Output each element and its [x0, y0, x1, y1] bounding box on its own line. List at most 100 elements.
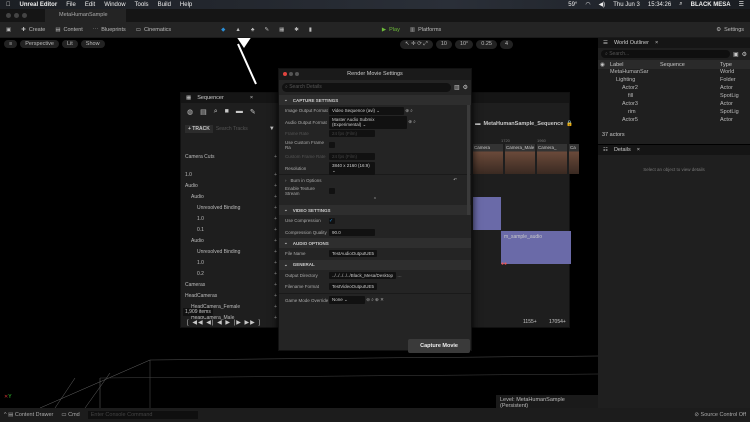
- resolution-select[interactable]: 3840 x 2160 (16:9) ⌄: [329, 162, 375, 175]
- camera-thumbnail[interactable]: Camera: [473, 144, 503, 174]
- menu-help[interactable]: Help: [180, 2, 192, 8]
- track-row[interactable]: Audio+: [181, 180, 277, 191]
- clock[interactable]: 15:34:26: [648, 2, 671, 8]
- camera-thumbnail[interactable]: Camera_Male: [505, 144, 535, 174]
- track-row[interactable]: 0.2+: [181, 268, 277, 279]
- search-icon[interactable]: ⌕: [214, 108, 218, 116]
- gear-icon[interactable]: ⚙: [742, 51, 747, 58]
- render-icon[interactable]: ▬: [236, 108, 243, 116]
- track-row[interactable]: 1.0+: [181, 169, 277, 180]
- blueprints-button[interactable]: ⋯Blueprints: [93, 27, 126, 33]
- quality-input[interactable]: 90.0: [329, 229, 375, 236]
- audio-file-input[interactable]: TestAudioOutputUE5: [329, 250, 377, 257]
- menu-file[interactable]: File: [66, 2, 76, 8]
- camera-thumbnail[interactable]: Camera_: [537, 144, 567, 174]
- track-row[interactable]: 1.0+: [181, 257, 277, 268]
- date[interactable]: Thu Jun 3: [613, 2, 640, 8]
- search-details-input[interactable]: ⌕ Search Details: [282, 83, 451, 92]
- wifi-icon[interactable]: ◠: [585, 1, 590, 8]
- game-mode-select[interactable]: None ⌄: [329, 296, 365, 304]
- reset-icon[interactable]: ↶: [453, 177, 457, 183]
- track-row[interactable]: Unresolved Binding+: [181, 246, 277, 257]
- collapse-icon[interactable]: ⌃: [279, 197, 471, 205]
- menu-build[interactable]: Build: [158, 2, 171, 8]
- track-row[interactable]: 1.0+: [181, 213, 277, 224]
- track-row[interactable]: HeadCameras+: [181, 290, 277, 301]
- wrench-icon[interactable]: ✎: [250, 108, 256, 116]
- outliner-row[interactable]: Actor3Actor: [598, 101, 750, 109]
- scrollbar[interactable]: [467, 105, 470, 215]
- audio-clip[interactable]: [473, 197, 501, 230]
- foliage-mode-icon[interactable]: ♣: [251, 27, 255, 33]
- world-icon[interactable]: ◍: [187, 108, 193, 116]
- section-general[interactable]: ⌄GENERAL: [279, 260, 471, 270]
- output-directory-input[interactable]: ../../../../../Black_Mesa/Desktop: [329, 272, 396, 279]
- add-key-icon[interactable]: +: [274, 271, 277, 277]
- section-video-settings[interactable]: ⌄VIDEO SETTINGS: [279, 205, 471, 215]
- col-label[interactable]: Label: [610, 62, 660, 68]
- window-controls[interactable]: [0, 13, 33, 18]
- add-key-icon[interactable]: +: [274, 260, 277, 266]
- game-mode-actions[interactable]: ⊖ ⌕ ⊕ ✕: [366, 297, 384, 303]
- frame-start[interactable]: 1155+: [523, 319, 537, 325]
- add-key-icon[interactable]: +: [274, 154, 277, 160]
- track-row[interactable]: Audio+: [181, 235, 277, 246]
- cmd-button[interactable]: ▭ Cmd: [61, 412, 79, 418]
- close-icon[interactable]: ×: [655, 40, 658, 46]
- close-icon[interactable]: ×: [250, 95, 253, 101]
- browse-icon[interactable]: ⊕ ⌕: [405, 108, 413, 114]
- cinematics-button[interactable]: ▭Cinematics: [136, 27, 171, 33]
- filter-icon[interactable]: ▼: [269, 126, 275, 132]
- browse-button[interactable]: …: [397, 273, 402, 278]
- add-key-icon[interactable]: +: [274, 304, 277, 310]
- content-button[interactable]: ▤Content: [55, 27, 82, 33]
- section-capture-settings[interactable]: ⌄CAPTURE SETTINGS: [279, 95, 471, 105]
- gear-icon[interactable]: ⚙: [463, 84, 468, 91]
- outliner-tab[interactable]: ☰World Outliner×: [598, 38, 750, 48]
- source-control-button[interactable]: ⊘ Source Control Off: [694, 412, 746, 418]
- browse-icon[interactable]: ⊕ ⌕: [408, 119, 416, 125]
- add-key-icon[interactable]: +: [274, 194, 277, 200]
- track-row[interactable]: Cameras+: [181, 279, 277, 290]
- add-key-icon[interactable]: +: [274, 205, 277, 211]
- camera-icon[interactable]: ■: [225, 108, 229, 116]
- level-tab[interactable]: MetaHumanSample: [45, 9, 126, 22]
- add-key-icon[interactable]: +: [274, 183, 277, 189]
- platforms-button[interactable]: ▥Platforms: [410, 27, 441, 33]
- outliner-row[interactable]: fillSpotLig: [598, 93, 750, 101]
- sequence-name[interactable]: MetaHumanSample_Sequence: [484, 121, 564, 127]
- add-key-icon[interactable]: +: [274, 172, 277, 178]
- paint-mode-icon[interactable]: ✎: [264, 27, 269, 33]
- menu-edit[interactable]: Edit: [85, 2, 95, 8]
- visibility-icon[interactable]: ◉: [598, 62, 610, 68]
- animation-mode-icon[interactable]: ✱: [294, 27, 299, 33]
- add-key-icon[interactable]: +: [274, 216, 277, 222]
- apple-icon[interactable]: : [6, 2, 11, 8]
- play-button[interactable]: ▶Play: [382, 27, 400, 33]
- compression-checkbox[interactable]: ✓: [329, 218, 335, 224]
- add-track-button[interactable]: + TRACK: [185, 125, 213, 133]
- volume-icon[interactable]: ◀): [599, 1, 606, 8]
- close-icon[interactable]: ×: [637, 147, 640, 153]
- outliner-row[interactable]: LightingFolder: [598, 77, 750, 85]
- audio-format-select[interactable]: Master Audio Submix (Experimental) ⌄: [329, 116, 407, 129]
- add-key-icon[interactable]: +: [274, 238, 277, 244]
- menu-tools[interactable]: Tools: [135, 2, 149, 8]
- save-icon[interactable]: ▣: [6, 27, 11, 33]
- mesh-mode-icon[interactable]: ▦: [279, 27, 284, 33]
- col-sequence[interactable]: Sequence: [660, 62, 720, 68]
- create-button[interactable]: ✚Create: [21, 27, 45, 33]
- spotlight-icon[interactable]: ⌕: [679, 1, 682, 8]
- custom-frame-rate-checkbox[interactable]: [329, 142, 335, 148]
- add-key-icon[interactable]: +: [274, 249, 277, 255]
- audio-clip[interactable]: m_sample_audio: [501, 231, 571, 264]
- track-row[interactable]: Audio+: [181, 191, 277, 202]
- track-row[interactable]: 0.1+: [181, 224, 277, 235]
- console-input[interactable]: Enter Console Command: [88, 411, 198, 419]
- app-menu[interactable]: Unreal Editor: [20, 2, 58, 8]
- add-key-icon[interactable]: +: [274, 227, 277, 233]
- weather-temp[interactable]: 59°: [568, 2, 577, 8]
- window-controls[interactable]: [283, 72, 299, 76]
- outliner-row[interactable]: MetaHumanSarWorld: [598, 69, 750, 77]
- menu-window[interactable]: Window: [104, 2, 125, 8]
